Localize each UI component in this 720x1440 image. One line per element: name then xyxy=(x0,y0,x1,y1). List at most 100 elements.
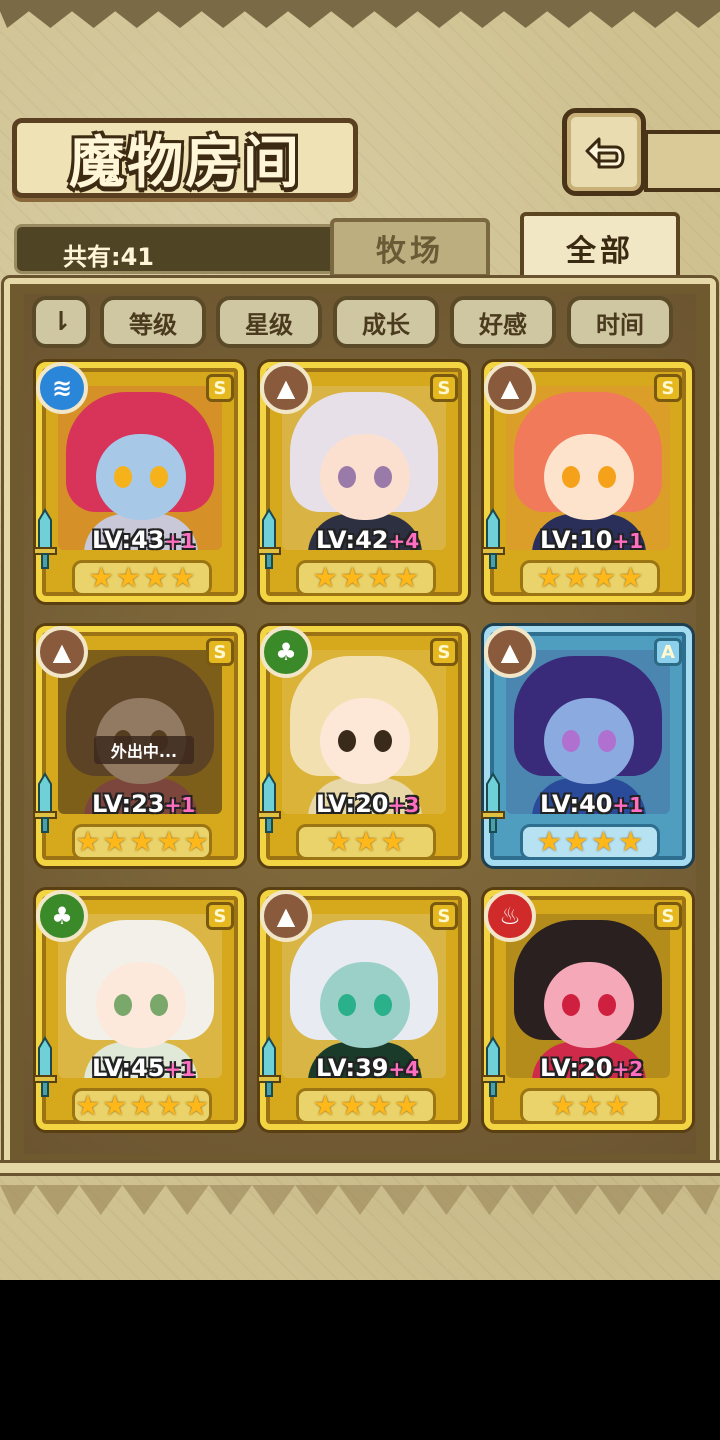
star-icon: ★ xyxy=(75,825,101,858)
star-icon: ★ xyxy=(380,825,406,858)
level-plus: +2 xyxy=(612,1057,644,1081)
rank-badge: S xyxy=(430,374,458,402)
level-plus: +1 xyxy=(164,793,196,817)
star-icon: ★ xyxy=(75,1089,101,1122)
monster-card[interactable]: 外出中... ▲ S LV:23+1 ★ ★ ★ ★ ★ xyxy=(33,626,244,866)
level-value: LV:23 xyxy=(92,790,165,818)
title-banner: 魔物房间 xyxy=(12,118,358,198)
monster-level: LV:43+1 xyxy=(92,526,195,554)
level-plus: +4 xyxy=(388,529,420,553)
star-icon: ★ xyxy=(604,1089,630,1122)
star-rating: ★ ★ ★ ★ xyxy=(72,560,212,596)
monster-face xyxy=(320,698,410,784)
sort-level-button[interactable]: 等级 xyxy=(100,296,206,348)
rank-badge: S xyxy=(430,638,458,666)
sort-star-button[interactable]: 星级 xyxy=(216,296,322,348)
star-icon: ★ xyxy=(115,561,141,594)
star-icon: ★ xyxy=(312,561,338,594)
monster-eye xyxy=(338,466,356,488)
star-icon: ★ xyxy=(156,1089,182,1122)
star-icon: ★ xyxy=(88,561,114,594)
level-value: LV:20 xyxy=(316,790,389,818)
star-icon: ★ xyxy=(183,825,209,858)
star-icon: ★ xyxy=(591,825,617,858)
star-icon: ★ xyxy=(183,1089,209,1122)
fire-element-icon: ♨ xyxy=(484,890,536,942)
screen: 魔物房间 共有:41 牧场 全部 ⇂ 等级 星级 成长 好感 时间 ≋ S LV… xyxy=(0,0,720,1280)
sword-icon xyxy=(257,772,281,833)
level-value: LV:39 xyxy=(316,1054,389,1082)
rank-badge: A xyxy=(654,638,682,666)
sort-favor-button[interactable]: 好感 xyxy=(450,296,556,348)
sort-order-icon: ⇂ xyxy=(50,307,72,337)
monster-level: LV:20+2 xyxy=(540,1054,643,1082)
star-icon: ★ xyxy=(339,1089,365,1122)
earth-element-icon: ▲ xyxy=(484,362,536,414)
level-value: LV:10 xyxy=(540,526,613,554)
sword-icon xyxy=(481,1036,505,1097)
star-icon: ★ xyxy=(618,825,644,858)
monster-eye xyxy=(598,730,616,752)
away-label: 外出中... xyxy=(94,736,194,764)
monster-eye xyxy=(374,730,392,752)
monster-count: 共有:41 xyxy=(63,243,154,271)
monster-eye xyxy=(338,730,356,752)
sort-time-button[interactable]: 时间 xyxy=(567,296,673,348)
sword-icon xyxy=(481,772,505,833)
star-icon: ★ xyxy=(143,561,169,594)
earth-element-icon: ▲ xyxy=(484,626,536,678)
star-icon: ★ xyxy=(618,561,644,594)
monster-level: LV:23+1 xyxy=(92,790,195,818)
monster-face xyxy=(544,962,634,1048)
monster-face xyxy=(320,962,410,1048)
monster-card[interactable]: ≋ S LV:43+1 ★ ★ ★ ★ xyxy=(33,362,244,602)
star-rating: ★ ★ ★ ★ xyxy=(296,560,436,596)
monster-card[interactable]: ▲ S LV:10+1 ★ ★ ★ ★ xyxy=(481,362,692,602)
sort-growth-button[interactable]: 成长 xyxy=(333,296,439,348)
star-rating: ★ ★ ★ ★ xyxy=(520,560,660,596)
monster-eye xyxy=(562,994,580,1016)
monster-eye xyxy=(562,730,580,752)
monster-face xyxy=(544,434,634,520)
star-icon: ★ xyxy=(367,561,393,594)
star-icon: ★ xyxy=(563,825,589,858)
monster-card[interactable]: ♨ S LV:20+2 ★ ★ ★ xyxy=(481,890,692,1130)
star-rating: ★ ★ ★ ★ xyxy=(520,824,660,860)
tab-ranch[interactable]: 牧场 xyxy=(330,218,490,278)
sort-order-toggle[interactable]: ⇂ xyxy=(32,296,90,348)
star-icon: ★ xyxy=(312,1089,338,1122)
star-icon: ★ xyxy=(591,561,617,594)
wood-element-icon: ♣ xyxy=(260,626,312,678)
back-button[interactable] xyxy=(562,108,646,196)
wood-element-icon: ♣ xyxy=(36,890,88,942)
monster-count-bar: 共有:41 xyxy=(14,224,344,274)
panel-bottom-edge xyxy=(0,1160,720,1176)
level-plus: +4 xyxy=(388,1057,420,1081)
monster-card[interactable]: ▲ S LV:42+4 ★ ★ ★ ★ xyxy=(257,362,468,602)
monster-eye xyxy=(338,994,356,1016)
sword-icon xyxy=(257,1036,281,1097)
monster-card[interactable]: ♣ S LV:45+1 ★ ★ ★ ★ ★ xyxy=(33,890,244,1130)
level-value: LV:40 xyxy=(540,790,613,818)
monster-card[interactable]: ▲ A LV:40+1 ★ ★ ★ ★ xyxy=(481,626,692,866)
sword-icon xyxy=(33,508,57,569)
star-rating: ★ ★ ★ xyxy=(296,824,436,860)
sword-icon xyxy=(481,508,505,569)
star-icon: ★ xyxy=(394,1089,420,1122)
page-title: 魔物房间 xyxy=(69,130,301,196)
monster-card[interactable]: ▲ S LV:39+4 ★ ★ ★ ★ xyxy=(257,890,468,1130)
star-icon: ★ xyxy=(102,1089,128,1122)
monster-eye xyxy=(150,466,168,488)
monster-level: LV:39+4 xyxy=(316,1054,419,1082)
level-value: LV:43 xyxy=(92,526,165,554)
star-icon: ★ xyxy=(102,825,128,858)
rank-badge: S xyxy=(654,374,682,402)
monster-face xyxy=(320,434,410,520)
star-icon: ★ xyxy=(170,561,196,594)
monster-eye xyxy=(562,466,580,488)
monster-card[interactable]: ♣ S LV:20+3 ★ ★ ★ xyxy=(257,626,468,866)
earth-element-icon: ▲ xyxy=(36,626,88,678)
monster-level: LV:10+1 xyxy=(540,526,643,554)
monster-face xyxy=(96,434,186,520)
tab-all[interactable]: 全部 xyxy=(520,212,680,284)
